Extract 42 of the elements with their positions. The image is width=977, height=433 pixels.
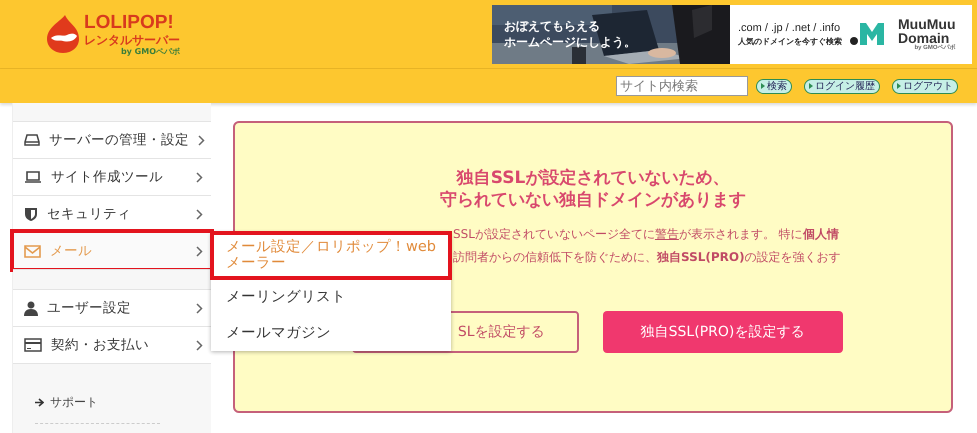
ssl-button[interactable]: 独自SSL(PRO)を設定する: [602, 311, 842, 354]
brand-name: MuuMuu: [898, 17, 956, 31]
banner-headline: おぼえてもらえる: [504, 18, 601, 34]
banner-headline: ホームページにしよう。: [504, 34, 636, 50]
triangle-icon: [809, 83, 813, 89]
notice-text: 訪問者からの信頼低下を防ぐために、独自SSL(PRO)の設定を強くおす: [453, 249, 842, 266]
chevron-icon: [196, 172, 203, 182]
sidebar-item[interactable]: ユーザー設定: [13, 289, 211, 326]
toolbar-button[interactable]: ログイン履歴: [804, 78, 880, 94]
credit-card-icon: [24, 338, 42, 352]
drive-icon: [24, 133, 40, 147]
sidebar-item[interactable]: サイト作成ツール: [13, 158, 211, 195]
banner-domains: .com / .jp / .net / .info: [738, 20, 842, 36]
notice-title: 守られていない独自ドメインがあります: [440, 189, 746, 212]
warning-link[interactable]: 警告: [654, 227, 679, 242]
sidebar-item[interactable]: サーバーの管理・設定: [13, 121, 211, 158]
triangle-icon: [761, 83, 765, 89]
notice-title: 独自SSLが設定されていないため、: [456, 167, 730, 190]
logo-byline: by GMOペパボ: [120, 48, 180, 56]
banner-tagline: 人気のドメインを今すぐ検索: [738, 36, 842, 48]
brand-name: Domain: [898, 31, 950, 45]
toolbar-button[interactable]: 検索: [756, 78, 792, 94]
toolbar-button[interactable]: ログアウト: [892, 78, 958, 94]
chevron-icon: [196, 340, 203, 350]
chevron-icon: [198, 134, 205, 146]
sidebar-item[interactable]: セキュリティ: [13, 195, 211, 232]
arrow-icon: [35, 398, 44, 407]
shield-icon: [24, 206, 38, 222]
logo-icon: [45, 14, 81, 54]
triangle-icon: [897, 83, 901, 89]
logo-subtitle: レンタルサーバー: [84, 34, 180, 46]
search-field[interactable]: サイト内検索: [616, 76, 748, 96]
chevron-icon: [196, 246, 203, 256]
support-link[interactable]: サポート: [50, 394, 98, 411]
notice-text: SSLが設定されていないページ全てに警告が表示されます。 特に個人情: [453, 226, 840, 244]
sidebar-item[interactable]: 契約・お支払い: [13, 326, 211, 364]
envelope-icon: [24, 244, 41, 258]
user-icon: [24, 300, 38, 316]
laptop-icon: [24, 170, 42, 184]
chevron-icon: [196, 302, 203, 314]
chevron-icon: [196, 208, 203, 220]
logo-title: LOLIPOP!: [84, 12, 175, 32]
